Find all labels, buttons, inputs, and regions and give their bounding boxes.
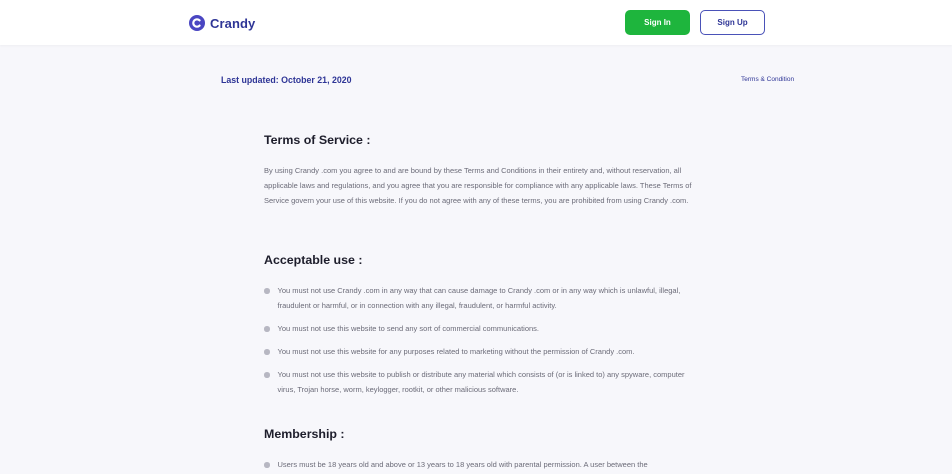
list-item: You must not use this website to publish…: [264, 367, 704, 397]
top-navbar: Crandy Sign In Sign Up: [0, 0, 952, 45]
sign-in-button[interactable]: Sign In: [625, 10, 690, 35]
acceptable-use-heading: Acceptable use :: [264, 253, 363, 267]
breadcrumb-terms-link[interactable]: Terms & Condition: [741, 76, 794, 83]
acceptable-use-list: You must not use Crandy .com in any way …: [264, 283, 704, 405]
bullet-dot-icon: [264, 462, 270, 468]
last-updated-text: Last updated: October 21, 2020: [221, 75, 352, 85]
sign-up-button[interactable]: Sign Up: [700, 10, 765, 35]
list-item: You must not use Crandy .com in any way …: [264, 283, 704, 313]
terms-of-service-paragraph: By using Crandy .com you agree to and ar…: [264, 166, 692, 205]
list-item-text: You must not use this website to publish…: [277, 370, 685, 394]
bullet-dot-icon: [264, 326, 270, 332]
bullet-dot-icon: [264, 349, 270, 355]
bullet-dot-icon: [264, 288, 270, 294]
list-item-text: You must not use this website to send an…: [277, 324, 540, 333]
list-item: Users must be 18 years old and above or …: [264, 457, 704, 472]
crandy-logo-icon: [189, 15, 205, 31]
membership-heading: Membership :: [264, 427, 345, 441]
list-item-text: You must not use Crandy .com in any way …: [277, 286, 681, 310]
membership-list: Users must be 18 years old and above or …: [264, 457, 704, 474]
terms-of-service-heading: Terms of Service :: [264, 133, 371, 147]
bullet-dot-icon: [264, 372, 270, 378]
list-item-text: Users must be 18 years old and above or …: [277, 460, 648, 469]
list-item: You must not use this website for any pu…: [264, 344, 704, 359]
brand-logo[interactable]: Crandy: [189, 13, 255, 33]
list-item-text: You must not use this website for any pu…: [277, 347, 635, 356]
list-item: You must not use this website to send an…: [264, 321, 704, 336]
brand-name: Crandy: [210, 15, 256, 31]
